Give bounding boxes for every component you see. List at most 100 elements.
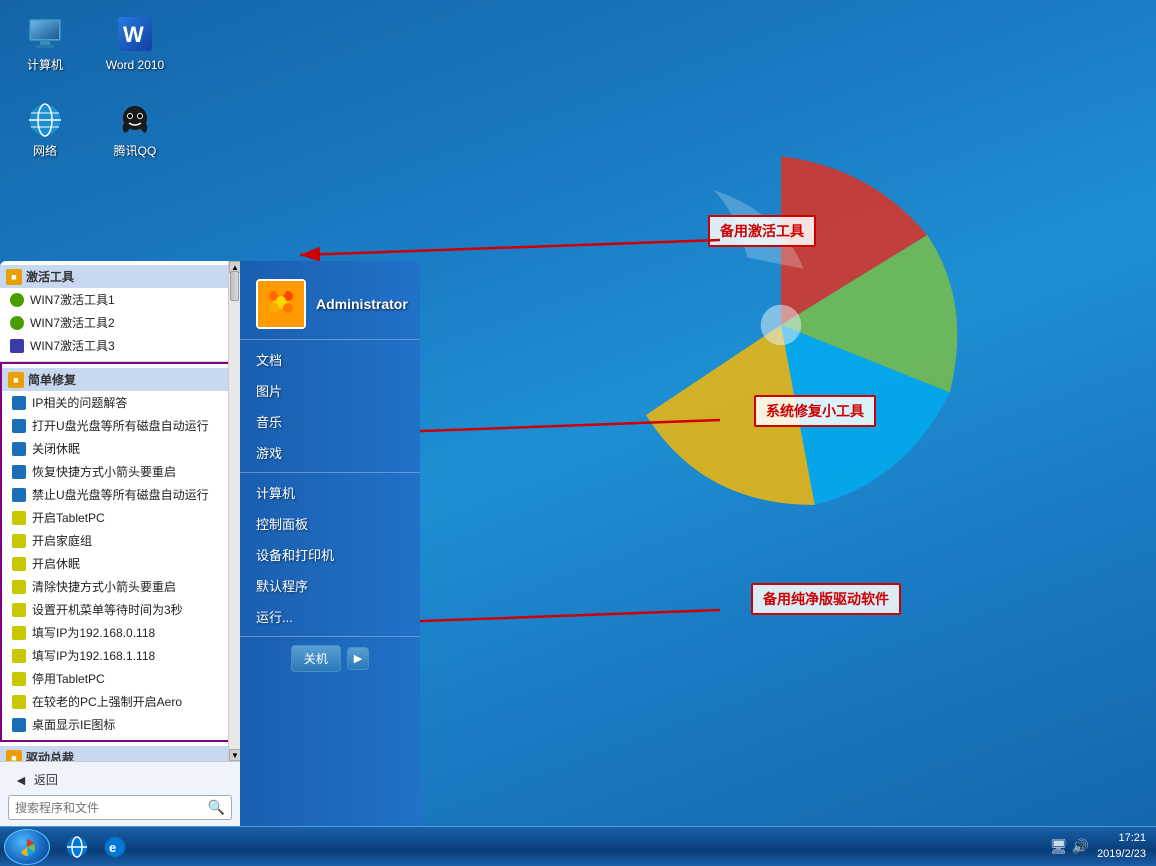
show-ie-label: 桌面显示IE图标 (32, 716, 115, 733)
win7-tool1-item[interactable]: WIN7激活工具1 (0, 288, 240, 311)
disable-tabletpc-label: 停用TabletPC (32, 670, 105, 687)
right-devices[interactable]: 设备和打印机 (240, 539, 420, 570)
usb-autorun-item[interactable]: 打开U盘光盘等所有磁盘自动运行 (2, 414, 238, 437)
simple-repair-section: ■ 简单修复 IP相关的问题解答 打开U盘光盘等所有磁盘自动运行 关闭休眠 (0, 362, 240, 742)
ip2-item[interactable]: 填写IP为192.168.1.118 (2, 644, 238, 667)
disable-tabletpc-item[interactable]: 停用TabletPC (2, 667, 238, 690)
annotation-activation: 备用激活工具 (708, 215, 816, 247)
show-ie-icon (12, 718, 26, 732)
word2010-desktop-icon[interactable]: W Word 2010 (100, 10, 170, 76)
activation-header-label: 激活工具 (26, 268, 74, 285)
right-pictures[interactable]: 图片 (240, 375, 420, 406)
network-desktop-icon[interactable]: 网络 (10, 96, 80, 162)
ip2-label: 填写IP为192.168.1.118 (32, 647, 155, 664)
control-panel-label: 控制面板 (256, 514, 308, 533)
search-input[interactable] (15, 801, 204, 815)
network-icon-img (25, 100, 65, 140)
default-programs-label: 默认程序 (256, 576, 308, 595)
force-aero-item[interactable]: 在较老的PC上强制开启Aero (2, 690, 238, 713)
driver-header-label: 驱动总裁 (26, 749, 74, 761)
user-avatar (256, 279, 306, 329)
menu-scrollbar[interactable]: ▲ ▼ (228, 261, 240, 761)
right-games[interactable]: 游戏 (240, 437, 420, 468)
right-control-panel[interactable]: 控制面板 (240, 508, 420, 539)
ip1-item[interactable]: 填写IP为192.168.0.118 (2, 621, 238, 644)
win7-tool3-icon (10, 339, 24, 353)
annotation-repair: 系统修复小工具 (754, 395, 876, 427)
svg-text:W: W (123, 22, 144, 47)
homegroup-item[interactable]: 开启家庭组 (2, 529, 238, 552)
taskbar-network-icon: 🖥 (1050, 838, 1068, 855)
taskbar-sound-icon: 🔊 (1072, 838, 1089, 855)
computer-icon-img (25, 14, 65, 54)
enable-tabletpc-label: 开启TabletPC (32, 509, 105, 526)
win7-tool2-item[interactable]: WIN7激活工具2 (0, 311, 240, 334)
win7-tool3-label: WIN7激活工具3 (30, 337, 115, 354)
enable-sleep-item[interactable]: 开启休眠 (2, 552, 238, 575)
start-menu-right: Administrator 文档 图片 音乐 游戏 计算机 控制面板 (240, 261, 420, 826)
driver-header-icon: ■ (6, 750, 22, 762)
start-menu: ■ 激活工具 WIN7激活工具1 WIN7激活工具2 WIN7激活工具3 (0, 261, 420, 826)
computer-label: 计算机 (256, 483, 295, 502)
set-menu-wait-item[interactable]: 设置开机菜单等待时间为3秒 (2, 598, 238, 621)
right-computer[interactable]: 计算机 (240, 477, 420, 508)
user-area: Administrator (240, 269, 420, 340)
start-menu-left: ■ 激活工具 WIN7激活工具1 WIN7激活工具2 WIN7激活工具3 (0, 261, 240, 826)
music-label: 音乐 (256, 412, 282, 431)
homegroup-label: 开启家庭组 (32, 532, 92, 549)
disable-usb-icon (12, 488, 26, 502)
scrollbar-thumb[interactable] (230, 271, 239, 301)
desktop-icon-area: 计算机 W (10, 10, 170, 163)
simple-repair-icon: ■ (8, 372, 24, 388)
ip-issue-item[interactable]: IP相关的问题解答 (2, 391, 238, 414)
annotation-driver: 备用纯净版驱动软件 (751, 583, 901, 615)
qq-icon-img (115, 100, 155, 140)
qq-icon-label: 腾讯QQ (114, 144, 157, 158)
computer-icon-label: 计算机 (27, 58, 63, 72)
ip2-icon (12, 649, 26, 663)
win7-tool3-item[interactable]: WIN7激活工具3 (0, 334, 240, 357)
close-sleep-item[interactable]: 关闭休眠 (2, 437, 238, 460)
word-icon-label: Word 2010 (106, 58, 164, 72)
activation-section: ■ 激活工具 WIN7激活工具1 WIN7激活工具2 WIN7激活工具3 (0, 261, 240, 362)
taskbar-ie-icon2[interactable]: e (98, 830, 132, 864)
taskbar-ie-icon1[interactable] (60, 830, 94, 864)
qq-desktop-icon[interactable]: 腾讯QQ (100, 96, 170, 162)
clear-shortcut-icon (12, 580, 26, 594)
clear-shortcut-item[interactable]: 清除快捷方式小箭头要重启 (2, 575, 238, 598)
search-box[interactable]: 🔍 (8, 795, 232, 820)
power-button[interactable]: 关机 (291, 645, 341, 672)
show-ie-item[interactable]: 桌面显示IE图标 (2, 713, 238, 736)
start-orb[interactable] (4, 829, 50, 865)
restore-shortcut-item[interactable]: 恢复快捷方式小箭头要重启 (2, 460, 238, 483)
search-icon: 🔍 (208, 799, 225, 816)
set-menu-wait-label: 设置开机菜单等待时间为3秒 (32, 601, 183, 618)
right-music[interactable]: 音乐 (240, 406, 420, 437)
right-default-programs[interactable]: 默认程序 (240, 570, 420, 601)
simple-repair-header: ■ 简单修复 (2, 368, 238, 391)
pictures-label: 图片 (256, 381, 282, 400)
set-menu-wait-icon (12, 603, 26, 617)
computer-desktop-icon[interactable]: 计算机 (10, 10, 80, 76)
documents-label: 文档 (256, 350, 282, 369)
restore-shortcut-icon (12, 465, 26, 479)
ip-issue-label: IP相关的问题解答 (32, 394, 127, 411)
right-documents[interactable]: 文档 (240, 344, 420, 375)
taskbar: e 🖥 🔊 17:21 2019/2/23 (0, 826, 1156, 866)
right-run[interactable]: 运行... (240, 601, 420, 632)
start-button[interactable] (0, 828, 54, 866)
taskbar-date: 2019/2/23 (1097, 847, 1146, 862)
win7-tool1-icon (10, 293, 24, 307)
restore-shortcut-label: 恢复快捷方式小箭头要重启 (32, 463, 176, 480)
back-button[interactable]: ◄ 返回 (8, 768, 232, 791)
desktop: 计算机 W (0, 0, 1156, 866)
enable-tabletpc-item[interactable]: 开启TabletPC (2, 506, 238, 529)
svg-text:e: e (109, 840, 116, 855)
power-arrow-button[interactable]: ▶ (347, 647, 369, 670)
driver-section: ■ 驱动总裁 启动驱动总裁 卸载驱动总裁 (0, 742, 240, 761)
scrollbar-down-btn[interactable]: ▼ (229, 749, 240, 761)
power-area: 关机 ▶ (240, 636, 420, 680)
disable-usb-item[interactable]: 禁止U盘光盘等所有磁盘自动运行 (2, 483, 238, 506)
back-arrow-icon: ◄ (14, 772, 28, 788)
taskbar-clock[interactable]: 17:21 2019/2/23 (1097, 831, 1146, 862)
